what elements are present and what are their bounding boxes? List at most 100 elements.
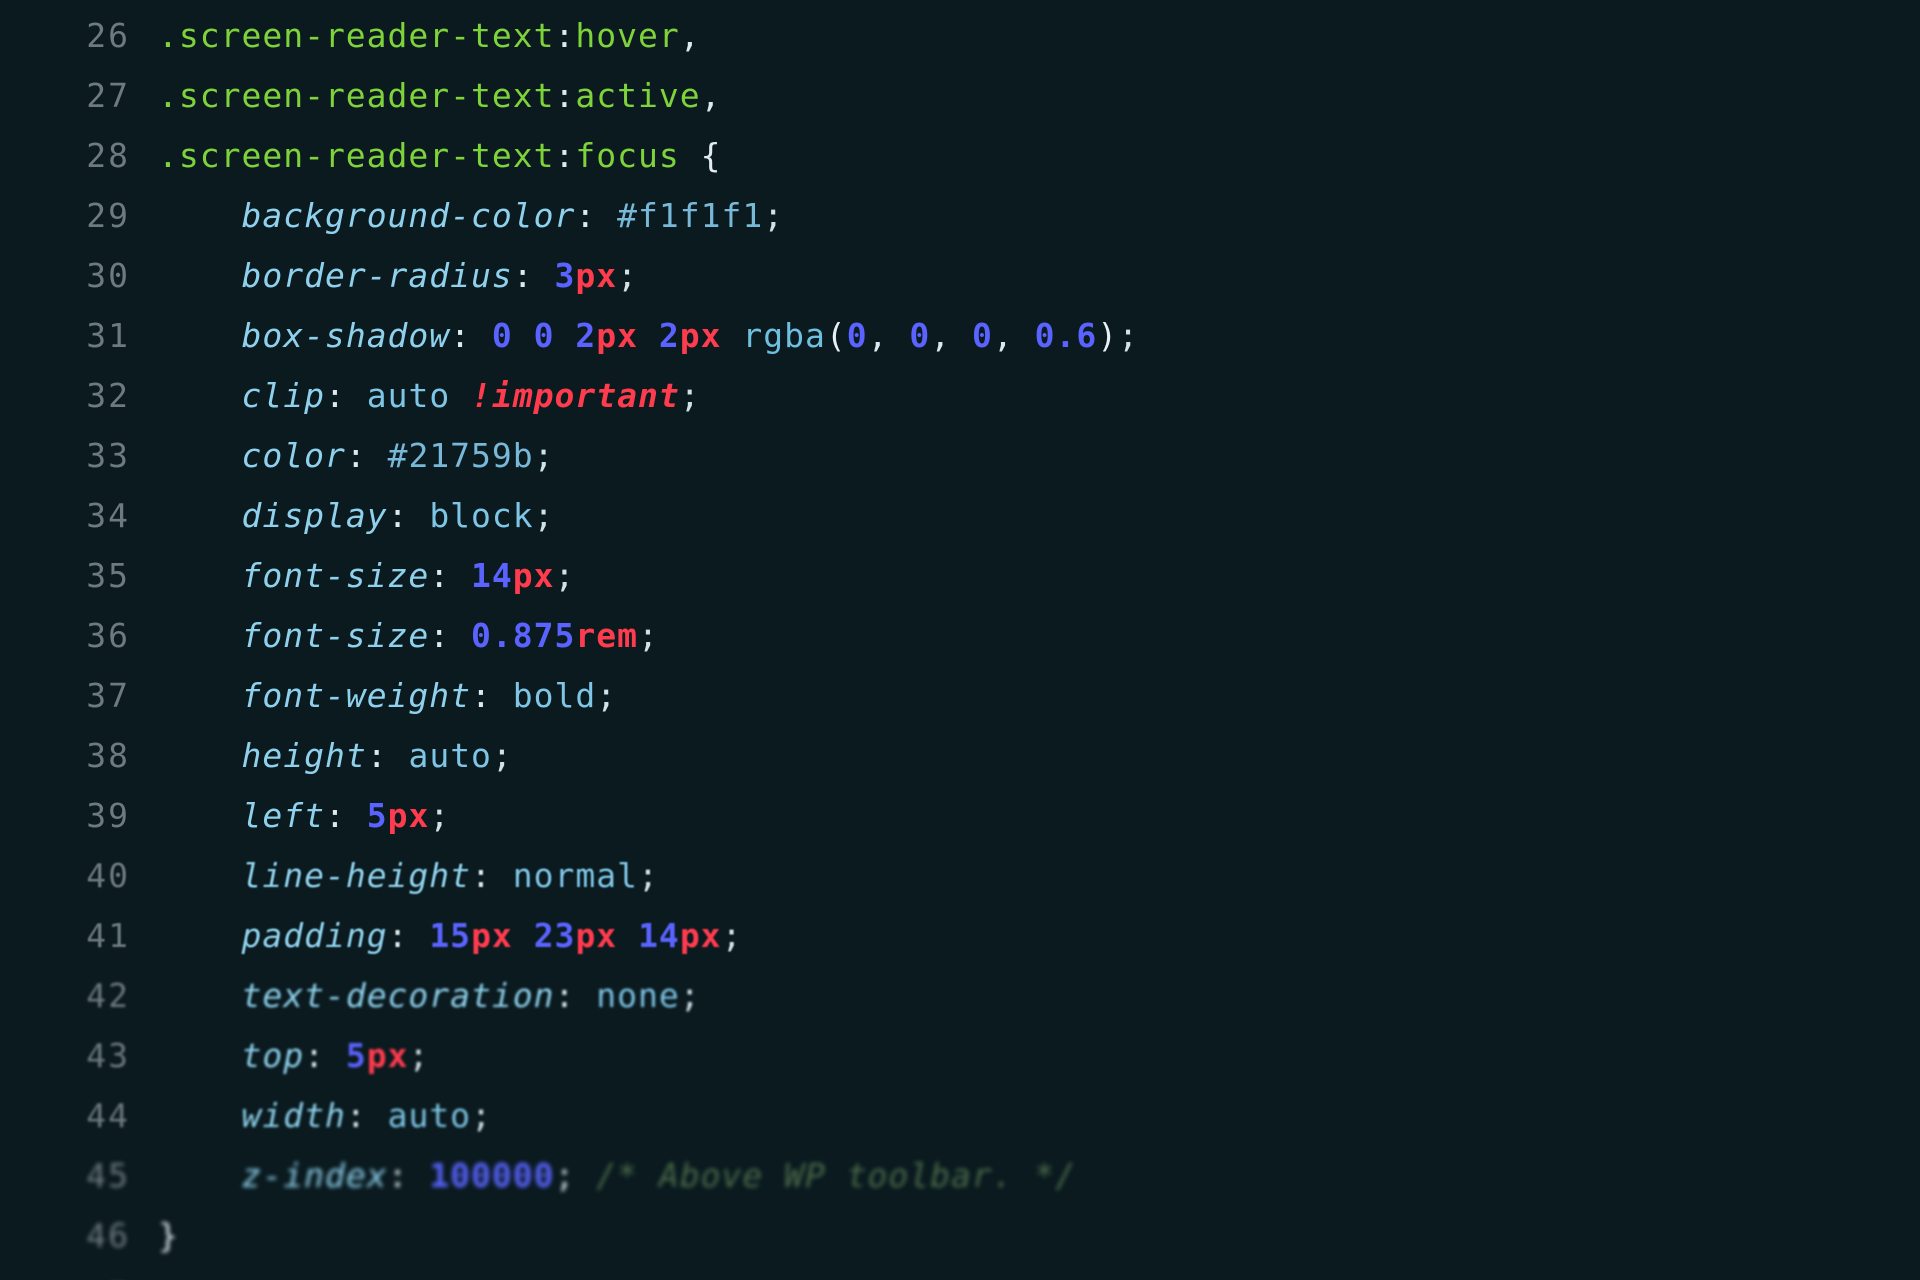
code-content[interactable]: box-shadow: 0 0 2px 2px rgba(0, 0, 0, 0.… — [158, 306, 1920, 366]
code-line[interactable]: 27.screen-reader-text:active, — [0, 66, 1920, 126]
token-unit: px — [367, 1036, 409, 1075]
code-content[interactable]: clip: auto !important; — [158, 366, 1920, 426]
code-content[interactable]: font-weight: bold; — [158, 666, 1920, 726]
code-line[interactable]: 38 height: auto; — [0, 726, 1920, 786]
token-punct: , — [993, 316, 1035, 355]
token-num: 5 — [367, 796, 388, 835]
token-punct — [575, 1156, 596, 1195]
token-num: 2 — [575, 316, 596, 355]
token-prop: width — [241, 1096, 345, 1135]
token-semi: ; — [680, 376, 701, 415]
token-semi: ; — [429, 796, 450, 835]
token-num: 23 — [534, 916, 576, 955]
code-line[interactable]: 44 width: auto; — [0, 1086, 1920, 1146]
token-prop: line-height — [241, 856, 471, 895]
code-content[interactable]: font-size: 0.875rem; — [158, 606, 1920, 666]
line-number: 45 — [0, 1146, 158, 1206]
token-punct: , — [930, 316, 972, 355]
code-content[interactable]: text-decoration: none; — [158, 966, 1920, 1026]
token-paren: ( — [826, 316, 847, 355]
token-prop: font-weight — [241, 676, 471, 715]
line-number: 28 — [0, 126, 158, 186]
token-semi: ; — [408, 1036, 429, 1075]
code-content[interactable]: .screen-reader-text:focus { — [158, 126, 1920, 186]
code-line[interactable]: 32 clip: auto !important; — [0, 366, 1920, 426]
code-content[interactable]: .screen-reader-text:active, — [158, 66, 1920, 126]
line-number: 39 — [0, 786, 158, 846]
token-prop: border-radius — [241, 256, 512, 295]
code-line[interactable]: 39 left: 5px; — [0, 786, 1920, 846]
token-punct: : — [471, 856, 513, 895]
line-number: 37 — [0, 666, 158, 726]
token-prop: color — [241, 436, 345, 475]
token-val: normal — [513, 856, 638, 895]
code-line[interactable]: 33 color: #21759b; — [0, 426, 1920, 486]
token-unit: px — [575, 916, 617, 955]
code-content[interactable]: .screen-reader-text:hover, — [158, 6, 1920, 66]
code-line[interactable]: 42 text-decoration: none; — [0, 966, 1920, 1026]
token-punct: : — [429, 616, 471, 655]
code-content[interactable]: width: auto; — [158, 1086, 1920, 1146]
code-line[interactable]: 43 top: 5px; — [0, 1026, 1920, 1086]
code-line[interactable]: 46} — [0, 1206, 1920, 1266]
token-prop: padding — [241, 916, 387, 955]
token-func: rgba — [742, 316, 825, 355]
code-content[interactable]: background-color: #f1f1f1; — [158, 186, 1920, 246]
code-line[interactable]: 35 font-size: 14px; — [0, 546, 1920, 606]
code-content[interactable]: display: block; — [158, 486, 1920, 546]
code-line[interactable]: 29 background-color: #f1f1f1; — [0, 186, 1920, 246]
code-content[interactable]: height: auto; — [158, 726, 1920, 786]
code-line[interactable]: 31 box-shadow: 0 0 2px 2px rgba(0, 0, 0,… — [0, 306, 1920, 366]
code-line[interactable]: 36 font-size: 0.875rem; — [0, 606, 1920, 666]
token-num: 0 — [972, 316, 993, 355]
code-line[interactable]: 26.screen-reader-text:hover, — [0, 6, 1920, 66]
code-content[interactable]: left: 5px; — [158, 786, 1920, 846]
token-unit: px — [596, 316, 638, 355]
token-punct: : — [325, 376, 367, 415]
code-line[interactable]: 47 — [0, 1266, 1920, 1280]
token-pseudo: hover — [575, 16, 679, 55]
token-prop: text-decoration — [241, 976, 554, 1015]
code-content[interactable]: } — [158, 1206, 1920, 1266]
token-unit: px — [575, 256, 617, 295]
line-number: 26 — [0, 6, 158, 66]
token-unit: px — [680, 916, 722, 955]
line-number: 47 — [0, 1266, 158, 1280]
code-editor[interactable]: 26.screen-reader-text:hover,27.screen-re… — [0, 0, 1920, 1280]
token-punct — [513, 316, 534, 355]
token-punct — [450, 376, 471, 415]
token-punct: , — [680, 16, 701, 55]
token-val: block — [429, 496, 533, 535]
code-line[interactable]: 37 font-weight: bold; — [0, 666, 1920, 726]
token-prop: clip — [241, 376, 324, 415]
line-number: 40 — [0, 846, 158, 906]
code-content[interactable]: border-radius: 3px; — [158, 246, 1920, 306]
token-num: 0.6 — [1035, 316, 1098, 355]
code-line[interactable]: 45 z-index: 100000; /* Above WP toolbar.… — [0, 1146, 1920, 1206]
code-content[interactable]: line-height: normal; — [158, 846, 1920, 906]
code-line[interactable]: 30 border-radius: 3px; — [0, 246, 1920, 306]
code-content[interactable]: padding: 15px 23px 14px; — [158, 906, 1920, 966]
code-content[interactable]: z-index: 100000; /* Above WP toolbar. */ — [158, 1146, 1920, 1206]
line-number: 38 — [0, 726, 158, 786]
token-semi: ; — [680, 976, 701, 1015]
token-val: none — [596, 976, 679, 1015]
line-number: 34 — [0, 486, 158, 546]
code-line[interactable]: 28.screen-reader-text:focus { — [0, 126, 1920, 186]
code-content[interactable]: top: 5px; — [158, 1026, 1920, 1086]
code-line[interactable]: 40 line-height: normal; — [0, 846, 1920, 906]
token-pseudo: focus — [575, 136, 679, 175]
token-num: 100000 — [429, 1156, 554, 1195]
token-semi: ; — [638, 856, 659, 895]
token-num: 0 — [847, 316, 868, 355]
token-punct: : — [388, 496, 430, 535]
token-num: 0 — [492, 316, 513, 355]
code-line[interactable]: 41 padding: 15px 23px 14px; — [0, 906, 1920, 966]
line-number: 36 — [0, 606, 158, 666]
code-content[interactable]: font-size: 14px; — [158, 546, 1920, 606]
token-punct: : — [555, 16, 576, 55]
token-prop: top — [241, 1036, 304, 1075]
code-content[interactable]: color: #21759b; — [158, 426, 1920, 486]
code-line[interactable]: 34 display: block; — [0, 486, 1920, 546]
token-prop: height — [241, 736, 366, 775]
